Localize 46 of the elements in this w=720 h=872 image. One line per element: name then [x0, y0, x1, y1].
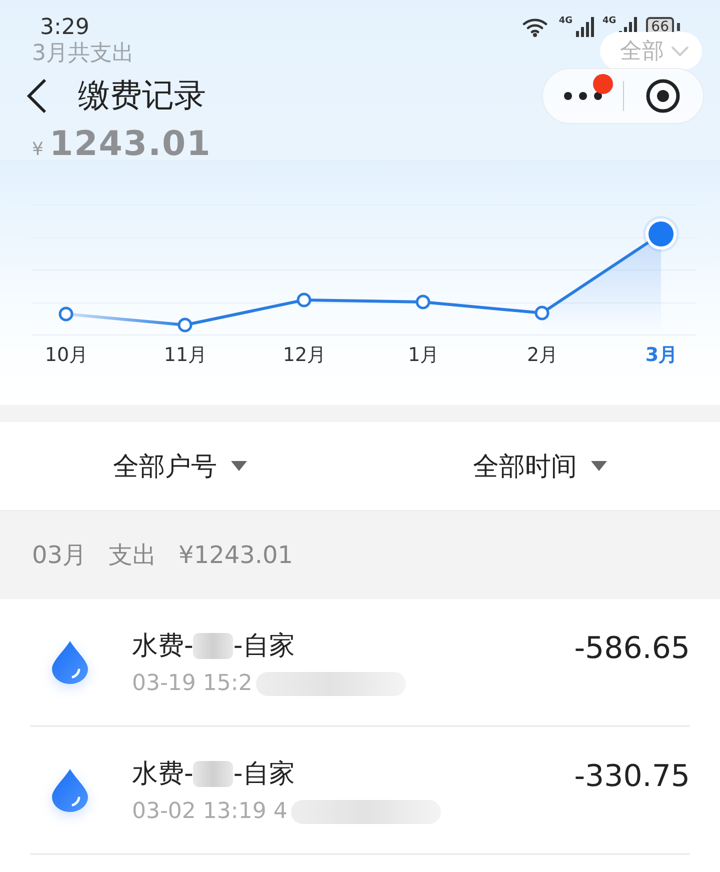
- data-point: [296, 292, 312, 308]
- group-kind: 支出: [108, 540, 157, 571]
- month-label[interactable]: 3月: [602, 342, 720, 368]
- redaction-blur: [193, 632, 234, 658]
- record-detail: 03-19 15:2: [132, 671, 252, 696]
- data-point: [178, 318, 192, 332]
- status-time: 3:29: [40, 14, 90, 40]
- signal-icon: [576, 17, 594, 37]
- dropdown-triangle-icon: [231, 461, 247, 471]
- data-point: [534, 306, 550, 320]
- month-label[interactable]: 11月: [126, 342, 245, 368]
- record-title-start: 水费-: [132, 758, 194, 791]
- group-total: ¥1243.01: [178, 541, 294, 569]
- record-amount: -586.65: [574, 631, 690, 666]
- record-detail: 03-02 13:19 4: [132, 799, 288, 824]
- network-label: 4G: [558, 16, 573, 26]
- back-icon[interactable]: [26, 78, 48, 114]
- summary-label: 3月共支出: [32, 40, 135, 68]
- record-amount: -330.75: [574, 759, 690, 794]
- water-drop-icon: [50, 767, 90, 813]
- data-point: [58, 306, 74, 322]
- group-month: 03月: [32, 540, 87, 571]
- total-amount: 1243.01: [49, 126, 212, 162]
- month-label[interactable]: 1月: [364, 342, 483, 368]
- month-label[interactable]: 2月: [483, 342, 602, 368]
- highlighted-data-point: [643, 216, 679, 252]
- redaction-blur: [193, 760, 234, 786]
- record-row[interactable]: 水费- -自家 03-19 15:2 -586.65: [30, 599, 690, 727]
- wifi-icon: [522, 16, 550, 38]
- page-title: 缴费记录: [78, 75, 206, 116]
- network-label: 4G: [602, 16, 616, 26]
- water-drop-icon: [50, 639, 90, 685]
- more-icon: [562, 91, 603, 101]
- filter-dropdown[interactable]: 全部时间: [360, 448, 720, 484]
- record-title-start: 水费-: [132, 630, 194, 663]
- month-label[interactable]: 10月: [7, 342, 126, 368]
- currency-sign: ¥: [32, 139, 44, 160]
- chevron-down-icon: [670, 45, 690, 57]
- dropdown-triangle-icon: [591, 461, 607, 471]
- record-row[interactable]: 水费- -自家 03-02 13:19 4 -330.75: [30, 727, 690, 855]
- record-title-end: -自家: [233, 758, 295, 791]
- data-point: [416, 294, 430, 310]
- filter-dropdown[interactable]: 全部户号: [0, 448, 360, 484]
- target-icon: [645, 78, 682, 114]
- month-label[interactable]: 12月: [245, 342, 364, 368]
- record-title-end: -自家: [233, 630, 295, 663]
